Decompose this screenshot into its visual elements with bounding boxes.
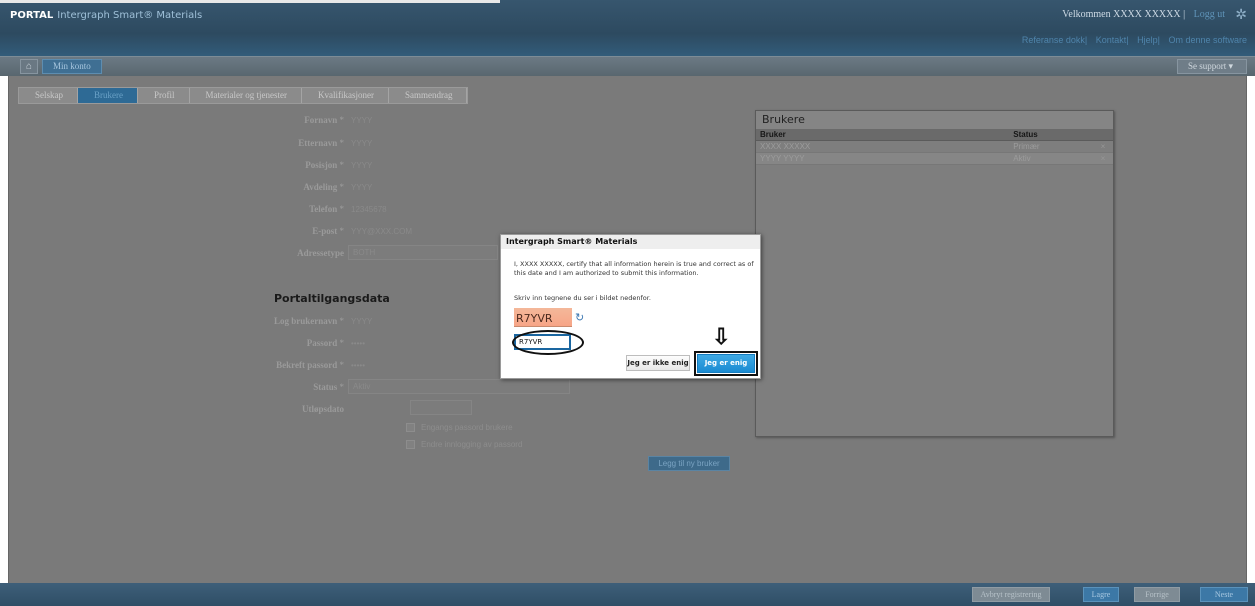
one-time-password-label: Engangs passord brukere bbox=[421, 423, 513, 432]
chevron-down-icon: ▾ bbox=[1228, 61, 1234, 71]
users-panel: Brukere Bruker Status XXXX XXXXX Primær … bbox=[755, 110, 1114, 437]
link-reference[interactable]: Referanse dokk bbox=[1022, 35, 1085, 45]
step-users[interactable]: Brukere bbox=[78, 88, 138, 103]
status-value: Aktiv bbox=[353, 382, 371, 391]
step-company[interactable]: Selskap bbox=[19, 88, 78, 103]
change-password-label: Endre innlogging av passord bbox=[421, 440, 523, 449]
status-select[interactable]: Aktiv bbox=[348, 379, 570, 394]
users-panel-title: Brukere bbox=[756, 111, 1113, 129]
gear-icon[interactable]: ✲ bbox=[1235, 6, 1247, 23]
captcha-input[interactable]: R7YVR bbox=[514, 334, 571, 350]
field-label-department: Avdeling * bbox=[303, 182, 344, 192]
step-qualifications[interactable]: Kvalifikasjoner bbox=[302, 88, 389, 103]
support-dropdown[interactable]: Se support ▾ bbox=[1177, 59, 1247, 74]
previous-button[interactable]: Forrige bbox=[1134, 587, 1180, 602]
delete-icon[interactable]: × bbox=[1093, 153, 1113, 164]
firstname-field[interactable]: YYYY bbox=[351, 116, 372, 125]
expiry-date-field[interactable] bbox=[410, 400, 472, 415]
users-table-header: Bruker Status bbox=[756, 129, 1113, 141]
welcome-separator: | bbox=[1183, 9, 1186, 20]
footer-bar: Avbryt registrering Lagre Forrige Neste bbox=[0, 583, 1255, 606]
browser-strip bbox=[0, 0, 500, 3]
toolbar: ⌂ Min konto Se support ▾ bbox=[0, 56, 1255, 76]
dialog-title: Intergraph Smart® Materials bbox=[501, 235, 760, 249]
position-field[interactable]: YYYY bbox=[351, 161, 372, 170]
email-field[interactable]: YYY@XXX.COM bbox=[351, 227, 412, 236]
top-links: Referanse dokk| Kontakt| Hjelp| Om denne… bbox=[1021, 35, 1247, 45]
field-label-confirm-password: Bekreft passord * bbox=[276, 360, 344, 370]
step-profile[interactable]: Profil bbox=[138, 88, 190, 103]
my-account-tab[interactable]: Min konto bbox=[42, 59, 102, 74]
disagree-button[interactable]: Jeg er ikke enig bbox=[626, 355, 690, 371]
table-row[interactable]: XXXX XXXXX Primær × bbox=[756, 141, 1113, 153]
confirm-password-field[interactable]: ••••• bbox=[351, 361, 365, 370]
field-label-email: E-post * bbox=[312, 226, 344, 236]
column-user[interactable]: Bruker bbox=[756, 129, 1009, 140]
refresh-icon[interactable]: ↻ bbox=[575, 311, 584, 324]
captcha-image: R7YVR bbox=[514, 308, 572, 327]
logout-link[interactable]: Logg ut bbox=[1194, 9, 1225, 20]
field-label-address-type: Adressetype bbox=[297, 248, 344, 258]
captcha-prompt: Skriv inn tegnene du ser i bildet nedenf… bbox=[514, 294, 651, 302]
field-label-firstname: Fornavn * bbox=[304, 115, 344, 125]
product-label: Intergraph Smart® Materials bbox=[57, 10, 203, 21]
portal-access-title: Portaltilgangsdata bbox=[274, 292, 390, 305]
user-cell: YYYY YYYY bbox=[760, 154, 805, 163]
app-logo: PORTAL Intergraph Smart® Materials bbox=[10, 10, 202, 21]
user-cell: XXXX XXXXX bbox=[760, 142, 811, 151]
lastname-field[interactable]: YYYY bbox=[351, 139, 372, 148]
field-label-position: Posisjon * bbox=[305, 160, 344, 170]
certification-text: I, XXXX XXXXX, certify that all informat… bbox=[514, 260, 754, 277]
step-summary[interactable]: Sammendrag bbox=[389, 88, 468, 103]
next-button[interactable]: Neste bbox=[1200, 587, 1248, 602]
status-cell: Primær bbox=[1013, 142, 1040, 151]
department-field[interactable]: YYYY bbox=[351, 183, 372, 192]
field-label-lastname: Etternavn * bbox=[298, 138, 344, 148]
username-field[interactable]: YYYY bbox=[351, 317, 372, 326]
address-type-value: BOTH bbox=[353, 248, 376, 257]
field-label-username: Log brukernavn * bbox=[273, 316, 344, 326]
address-type-select[interactable]: BOTH bbox=[348, 245, 498, 260]
link-contact[interactable]: Kontakt bbox=[1096, 35, 1127, 45]
support-label: Se support bbox=[1188, 61, 1227, 71]
link-help[interactable]: Hjelp bbox=[1137, 35, 1158, 45]
change-password-checkbox[interactable] bbox=[406, 440, 415, 449]
field-label-expiry: Utløpsdato bbox=[301, 404, 344, 414]
delete-icon[interactable]: × bbox=[1093, 141, 1113, 152]
column-status[interactable]: Status bbox=[1009, 129, 1093, 140]
welcome-text: Velkommen XXXX XXXXX bbox=[1062, 9, 1181, 20]
field-label-password: Passord * bbox=[306, 338, 344, 348]
save-button[interactable]: Lagre bbox=[1083, 587, 1119, 602]
agree-button[interactable]: Jeg er enig bbox=[697, 354, 755, 373]
arrow-down-icon: ⇩ bbox=[712, 324, 731, 349]
table-row[interactable]: YYYY YYYY Aktiv × bbox=[756, 153, 1113, 165]
wizard-steps: Selskap Brukere Profil Materialer og tje… bbox=[18, 87, 469, 104]
field-label-phone: Telefon * bbox=[309, 204, 344, 214]
cancel-registration-button[interactable]: Avbryt registrering bbox=[972, 587, 1050, 602]
field-label-status: Status * bbox=[313, 382, 344, 392]
password-field[interactable]: ••••• bbox=[351, 339, 365, 348]
home-icon[interactable]: ⌂ bbox=[20, 59, 38, 74]
column-actions bbox=[1093, 129, 1113, 140]
status-cell: Aktiv bbox=[1013, 154, 1031, 163]
phone-field[interactable]: 12345678 bbox=[351, 205, 387, 214]
link-about[interactable]: Om denne software bbox=[1168, 35, 1247, 45]
brand-label: PORTAL bbox=[10, 10, 54, 21]
step-materials[interactable]: Materialer og tjenester bbox=[190, 88, 302, 103]
welcome-area: Velkommen XXXX XXXXX | Logg ut bbox=[1062, 9, 1225, 20]
one-time-password-checkbox[interactable] bbox=[406, 423, 415, 432]
app-header: PORTAL Intergraph Smart® Materials Velkom… bbox=[0, 0, 1255, 56]
add-user-button[interactable]: Legg til ny bruker bbox=[648, 456, 730, 471]
